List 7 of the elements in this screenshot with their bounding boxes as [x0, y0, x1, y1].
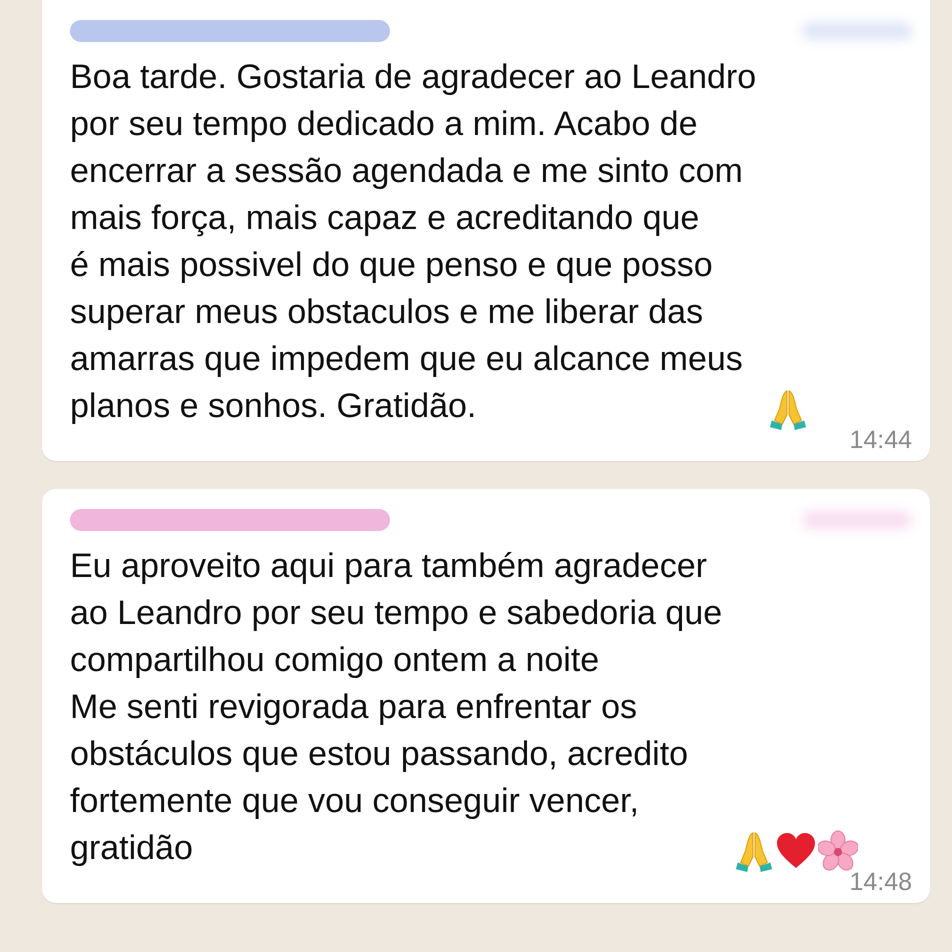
praying-hands-icon: [768, 388, 808, 430]
message-text: Boa tarde. Gostaria de agradecer ao Leandro por seu tempo dedicado a mim. Acabo de encerrar a sessão agendada e me sinto com mais força, mais capaz e acreditando que é mais possivel do que penso e que posso superar meus obstaculos e me liberar das amarras que impedem que eu alcance meus planos e sonhos. Gratidão.: [70, 57, 756, 427]
blossom-icon: [818, 830, 858, 872]
praying-hands-icon: [734, 830, 774, 872]
message-text: Eu aproveito aqui para também agradecer ao Leandro por seu tempo e sabedoria que compartilhou comigo ontem a noite Me senti revigorada para enfrentar os obstáculos que estou passando, acredito fortemente que vou conseguir vencer, gratidão: [70, 546, 722, 869]
message-time: 14:44: [849, 426, 912, 455]
message-time: 14:48: [849, 868, 912, 897]
